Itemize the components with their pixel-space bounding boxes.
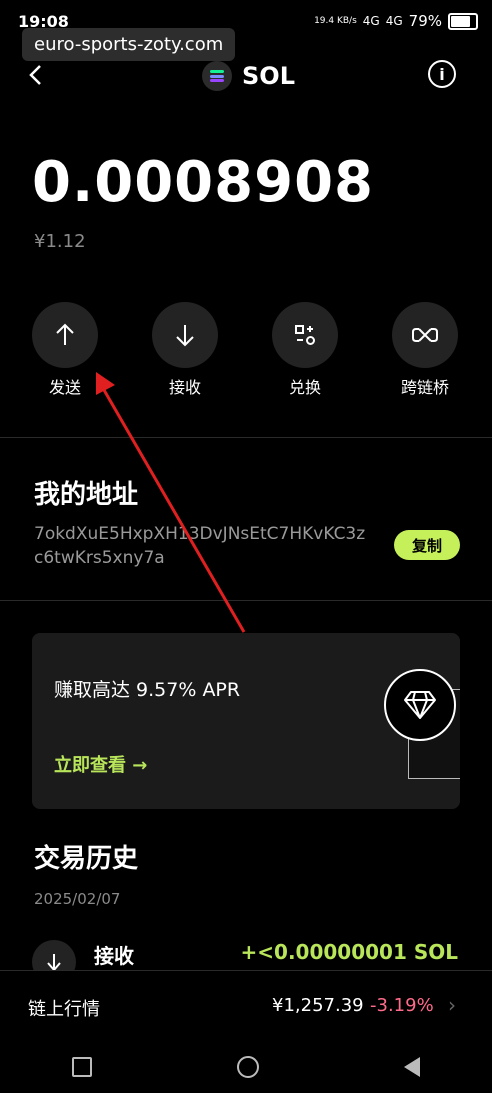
receive-button[interactable]: 接收 bbox=[150, 302, 220, 398]
market-label: 链上行情 bbox=[28, 999, 100, 1020]
battery-icon bbox=[448, 12, 478, 30]
chevron-right-icon: › bbox=[448, 993, 456, 1017]
battery-level: 79% bbox=[408, 12, 442, 30]
watermark-url: euro-sports-zoty.com bbox=[22, 28, 236, 61]
divider bbox=[0, 600, 492, 601]
history-title: 交易历史 bbox=[34, 844, 139, 874]
swap-button[interactable]: 兑换 bbox=[270, 302, 340, 398]
bridge-label: 跨链桥 bbox=[400, 378, 449, 397]
bridge-button[interactable]: 跨链桥 bbox=[390, 302, 460, 398]
arrow-down-icon bbox=[152, 302, 218, 368]
home-icon[interactable] bbox=[236, 1055, 259, 1078]
page-title: SOL bbox=[242, 62, 295, 90]
tx-type[interactable]: 接收 bbox=[94, 940, 134, 969]
swap-icon bbox=[272, 302, 338, 368]
tx-amount: +<0.00000001 SOL bbox=[240, 940, 458, 964]
recent-apps-icon[interactable] bbox=[72, 1056, 93, 1077]
arrow-up-icon bbox=[32, 302, 98, 368]
wallet-address: 7okdXuE5HxpXH13DvJNsEtC7HKvKC3zc6twKrs5x… bbox=[34, 524, 366, 568]
network-4g-2: 4G bbox=[385, 14, 403, 28]
info-button[interactable]: i bbox=[428, 60, 456, 88]
token-balance: 0.0008908 bbox=[32, 150, 374, 215]
send-button[interactable]: 发送 bbox=[30, 302, 100, 398]
market-price: ¥1,257.39 bbox=[272, 995, 364, 1016]
chevron-left-icon bbox=[29, 65, 41, 85]
swap-label: 兑换 bbox=[288, 378, 321, 397]
send-label: 发送 bbox=[48, 378, 81, 397]
earn-headline: 赚取高达 9.57% APR bbox=[54, 679, 241, 701]
address-title: 我的地址 bbox=[34, 480, 139, 510]
network-speed: 19.4 KB/s bbox=[314, 16, 357, 26]
system-nav-bar bbox=[0, 1040, 492, 1093]
fiat-balance: ¥1.12 bbox=[34, 231, 86, 252]
market-change: -3.19% bbox=[370, 995, 434, 1016]
bridge-icon bbox=[392, 302, 458, 368]
back-button[interactable] bbox=[28, 60, 42, 93]
divider bbox=[0, 437, 492, 438]
sol-token-icon bbox=[202, 61, 232, 91]
receive-label: 接收 bbox=[168, 378, 201, 397]
status-indicators: 19.4 KB/s 4G 4G 79% bbox=[314, 12, 478, 30]
info-icon: i bbox=[439, 64, 445, 84]
earn-apr-card[interactable]: 赚取高达 9.57% APR 立即查看 → bbox=[32, 633, 460, 809]
diamond-icon bbox=[384, 669, 456, 741]
network-4g-1: 4G bbox=[362, 14, 380, 28]
history-date: 2025/02/07 bbox=[34, 890, 121, 908]
view-now-link[interactable]: 立即查看 → bbox=[54, 751, 147, 777]
market-bar[interactable]: 链上行情 ¥1,257.39 -3.19% › bbox=[0, 970, 492, 1041]
back-nav-icon[interactable] bbox=[403, 1056, 420, 1077]
copy-address-button[interactable]: 复制 bbox=[394, 530, 460, 560]
